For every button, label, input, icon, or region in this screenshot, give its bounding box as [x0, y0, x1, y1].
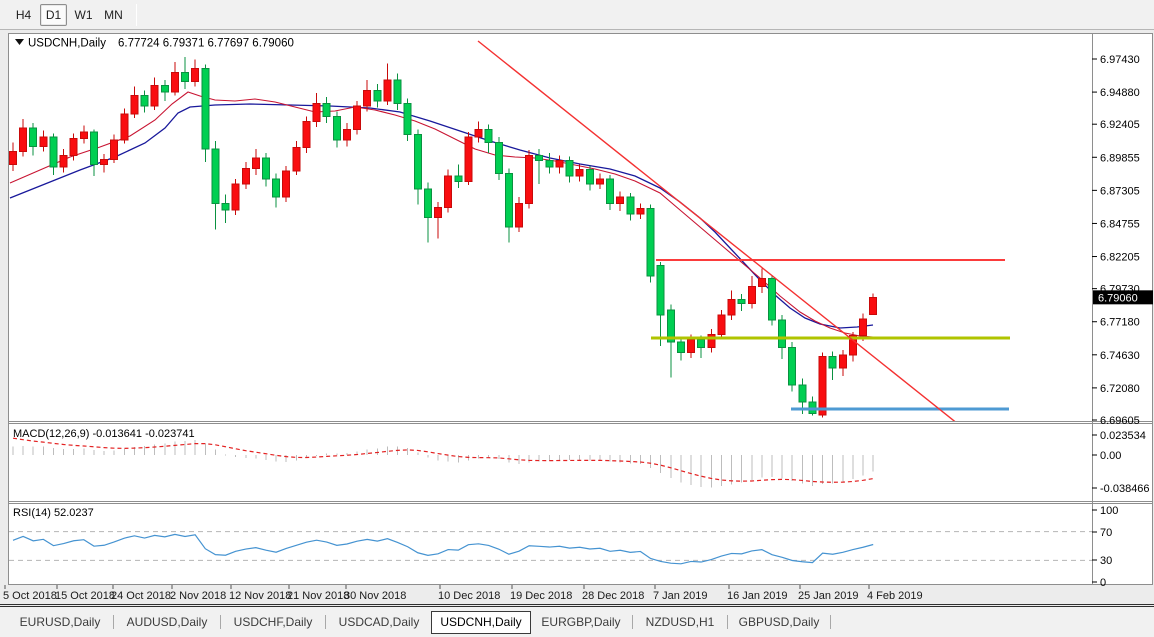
date-axis-label: 2 Nov 2018: [170, 590, 226, 602]
tab-divider: [830, 615, 831, 629]
rsi-axis-label: 100: [1100, 505, 1118, 517]
chart-title: USDCNH,Daily: [28, 38, 106, 50]
timeframe-button-mn[interactable]: MN: [100, 4, 127, 26]
date-axis-label: 4 Feb 2019: [867, 590, 923, 602]
timeframe-button-h4[interactable]: H4: [10, 4, 37, 26]
tab-divider: [220, 615, 221, 629]
date-axis-label: 19 Dec 2018: [510, 590, 572, 602]
macd-axis-label: -0.038466: [1100, 483, 1150, 495]
date-axis-label: 24 Oct 2018: [111, 590, 171, 602]
date-axis-label: 15 Oct 2018: [55, 590, 115, 602]
timeframe-button-w1[interactable]: W1: [70, 4, 97, 26]
price-axis-label: 6.84755: [1100, 218, 1140, 230]
date-axis-label: 12 Nov 2018: [229, 590, 291, 602]
macd-axis-label: 0.00: [1100, 450, 1121, 462]
tab-divider: [113, 615, 114, 629]
tab-divider: [632, 615, 633, 629]
price-axis-label: 6.94880: [1100, 87, 1140, 99]
macd-axis-label: 0.023534: [1100, 430, 1146, 442]
tab-divider: [727, 615, 728, 629]
tab-usdcad-daily[interactable]: USDCAD,Daily: [327, 612, 431, 633]
date-axis-label: 30 Nov 2018: [344, 590, 406, 602]
chart-canvas[interactable]: USDCNH,Daily 6.77724 6.79371 6.77697 6.79…: [0, 30, 1154, 607]
tab-usdcnh-daily[interactable]: USDCNH,Daily: [431, 611, 531, 634]
tab-nzdusd-h1[interactable]: NZDUSD,H1: [634, 612, 726, 633]
timeframe-toolbar: H4 D1 W1 MN: [0, 0, 1154, 30]
tab-divider: [325, 615, 326, 629]
macd-label: MACD(12,26,9) -0.013641 -0.023741: [13, 428, 195, 440]
tab-gbpusd-daily[interactable]: GBPUSD,Daily: [729, 612, 829, 633]
timeframe-button-d1[interactable]: D1: [40, 4, 67, 26]
price-axis-label: 6.74630: [1100, 350, 1140, 362]
rsi-axis-label: 70: [1100, 527, 1112, 539]
symbol-tab-bar: EURUSD,Daily AUDUSD,Daily USDCHF,Daily U…: [0, 607, 1154, 637]
current-price-tag-text: 6.79060: [1098, 292, 1138, 304]
price-axis-label: 6.82205: [1100, 252, 1140, 264]
trading-app-window: H4 D1 W1 MN USDCNH,Daily 6.77724 6.79371 …: [0, 0, 1154, 637]
price-axis-label: 6.97430: [1100, 54, 1140, 66]
price-axis-label: 6.72080: [1100, 383, 1140, 395]
toolbar-separator: [136, 4, 137, 26]
rsi-label: RSI(14) 52.0237: [13, 507, 94, 519]
price-axis-label: 6.92405: [1100, 119, 1140, 131]
tab-audusd-daily[interactable]: AUDUSD,Daily: [115, 612, 219, 633]
date-axis-label: 21 Nov 2018: [287, 590, 349, 602]
date-axis-label: 10 Dec 2018: [438, 590, 500, 602]
tab-eurusd-daily[interactable]: EURUSD,Daily: [8, 612, 112, 633]
price-axis-label: 6.87305: [1100, 185, 1140, 197]
date-axis-label: 28 Dec 2018: [582, 590, 644, 602]
price-axis-label: 6.69605: [1100, 415, 1140, 427]
price-axis-label: 6.89855: [1100, 152, 1140, 164]
date-axis-label: 7 Jan 2019: [653, 590, 707, 602]
price-axis-label: 6.77180: [1100, 317, 1140, 329]
rsi-axis-label: 30: [1100, 555, 1112, 567]
rsi-axis-label: 0: [1100, 577, 1106, 589]
date-axis-label: 16 Jan 2019: [727, 590, 788, 602]
chart-title-ohlc: 6.77724 6.79371 6.77697 6.79060: [118, 38, 294, 50]
tab-eurgbp-daily[interactable]: EURGBP,Daily: [531, 612, 631, 633]
date-axis-label: 5 Oct 2018: [3, 590, 57, 602]
date-axis-label: 25 Jan 2019: [798, 590, 859, 602]
tab-usdchf-daily[interactable]: USDCHF,Daily: [222, 612, 324, 633]
